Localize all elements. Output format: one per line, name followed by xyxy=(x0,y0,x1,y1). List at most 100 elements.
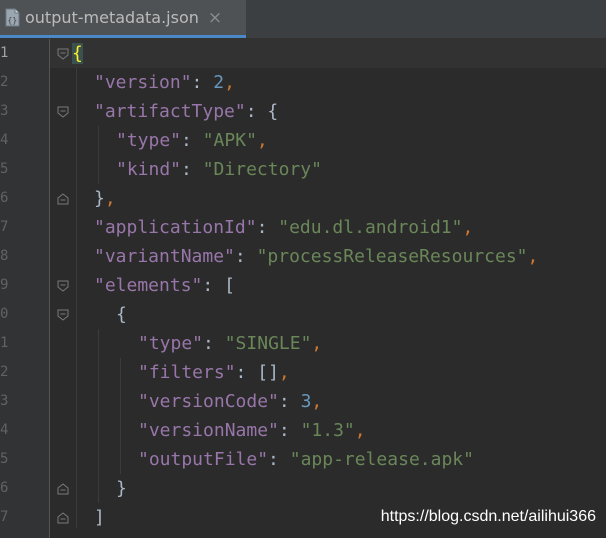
line-number: 9 xyxy=(0,277,8,293)
json-comma: , xyxy=(527,246,539,267)
code-line: "applicationId": "edu.dl.android1", xyxy=(94,213,473,242)
json-brace: { xyxy=(267,101,279,122)
code-line: "version": 2, xyxy=(94,68,235,97)
json-colon: : xyxy=(202,275,225,296)
matched-brace: { xyxy=(72,43,83,64)
json-number: 2 xyxy=(213,72,225,93)
line-number: 5 xyxy=(0,161,8,177)
json-comma: , xyxy=(104,188,116,209)
json-brace: } xyxy=(94,188,105,209)
line-number: 6 xyxy=(0,190,8,206)
code-line: ] xyxy=(94,503,105,532)
fold-collapse-icon[interactable] xyxy=(57,106,69,118)
line-number: 2 xyxy=(0,364,8,380)
json-comma: , xyxy=(311,333,323,354)
json-string: "processReleaseResources" xyxy=(256,246,528,267)
line-number: 3 xyxy=(0,103,8,119)
code-line: "outputFile": "app-release.apk" xyxy=(138,445,474,474)
json-colon: : xyxy=(278,391,301,412)
json-comma: , xyxy=(224,72,235,93)
fold-end-icon[interactable] xyxy=(57,193,69,205)
indent-guide xyxy=(98,126,99,184)
json-key: "elements" xyxy=(94,275,203,296)
tab-title: output-metadata.json xyxy=(25,8,199,27)
line-number: 6 xyxy=(0,480,8,496)
json-colon: : xyxy=(181,130,203,151)
line-number-gutter: 1 2 3 4 5 6 7 8 9 0 1 2 3 4 5 6 7 xyxy=(0,39,50,538)
code-line: "type": "APK", xyxy=(116,126,268,155)
line-number: 1 xyxy=(0,45,8,61)
json-key: "version" xyxy=(94,72,192,93)
tab-output-metadata-json[interactable]: {} output-metadata.json × xyxy=(0,0,246,38)
json-number: 3 xyxy=(300,391,312,412)
json-brace: } xyxy=(116,478,127,499)
line-number: 4 xyxy=(0,422,8,438)
svg-text:{}: {} xyxy=(8,16,18,25)
code-line: "versionCode": 3, xyxy=(138,387,322,416)
indent-guide xyxy=(76,68,77,528)
close-tab-icon[interactable]: × xyxy=(208,8,222,28)
json-key: "versionName" xyxy=(138,420,279,441)
json-colon: : xyxy=(235,362,258,383)
line-number: 8 xyxy=(0,248,8,264)
json-string: "edu.dl.android1" xyxy=(278,217,463,238)
json-colon: : xyxy=(181,159,203,180)
json-colon: : xyxy=(203,333,225,354)
editor-tab-bar: {} output-metadata.json × xyxy=(0,0,606,39)
code-line: "kind": "Directory" xyxy=(116,155,322,184)
json-string: "Directory" xyxy=(202,159,322,180)
line-number: 1 xyxy=(0,335,8,351)
json-comma: , xyxy=(311,391,323,412)
indent-guide xyxy=(120,358,121,474)
json-colon: : xyxy=(256,217,279,238)
json-comma: , xyxy=(278,362,290,383)
json-colon: : xyxy=(234,246,257,267)
json-key: "artifactType" xyxy=(94,101,246,122)
line-number: 2 xyxy=(0,74,8,90)
fold-collapse-icon[interactable] xyxy=(57,309,69,321)
json-array: [] xyxy=(257,362,279,383)
current-line-highlight xyxy=(50,39,606,68)
json-key: "applicationId" xyxy=(94,217,257,238)
json-key: "kind" xyxy=(116,159,182,180)
json-brace: { xyxy=(116,304,127,325)
json-colon: : xyxy=(268,449,290,470)
fold-end-icon[interactable] xyxy=(57,512,69,524)
json-colon: : xyxy=(191,72,214,93)
code-line: "variantName": "processReleaseResources"… xyxy=(94,242,538,271)
fold-collapse-icon[interactable] xyxy=(57,48,69,60)
json-string: "app-release.apk" xyxy=(289,449,474,470)
json-string: "SINGLE" xyxy=(224,333,312,354)
code-editor[interactable]: 1 2 3 4 5 6 7 8 9 0 1 2 3 4 5 6 7 {"ver… xyxy=(0,39,606,538)
json-key: "variantName" xyxy=(94,246,235,267)
json-key: "type" xyxy=(138,333,204,354)
code-line: { xyxy=(116,300,127,329)
json-key: "type" xyxy=(116,130,182,151)
json-file-icon: {} xyxy=(5,8,20,27)
line-number: 0 xyxy=(0,306,8,322)
line-number: 4 xyxy=(0,132,8,148)
json-key: "versionCode" xyxy=(138,391,279,412)
json-string: "1.3" xyxy=(300,420,355,441)
json-bracket: [ xyxy=(224,275,235,296)
code-line: "elements": [ xyxy=(94,271,235,300)
line-number: 7 xyxy=(0,219,8,235)
code-line: } xyxy=(116,474,127,503)
json-key: "filters" xyxy=(138,362,236,383)
line-number: 7 xyxy=(0,509,8,525)
json-comma: , xyxy=(354,420,366,441)
json-string: "APK" xyxy=(202,130,257,151)
code-line: "versionName": "1.3", xyxy=(138,416,366,445)
code-line: "filters": [], xyxy=(138,358,290,387)
fold-end-icon[interactable] xyxy=(57,483,69,495)
line-number: 3 xyxy=(0,393,8,409)
json-bracket: ] xyxy=(94,507,105,528)
fold-collapse-icon[interactable] xyxy=(57,280,69,292)
json-comma: , xyxy=(462,217,474,238)
code-line: }, xyxy=(94,184,116,213)
line-number: 5 xyxy=(0,451,8,467)
code-line: { xyxy=(72,39,83,68)
watermark-url: https://blog.csdn.net/ailihui366 xyxy=(380,508,596,525)
indent-guide xyxy=(98,329,99,503)
json-colon: : xyxy=(245,101,268,122)
